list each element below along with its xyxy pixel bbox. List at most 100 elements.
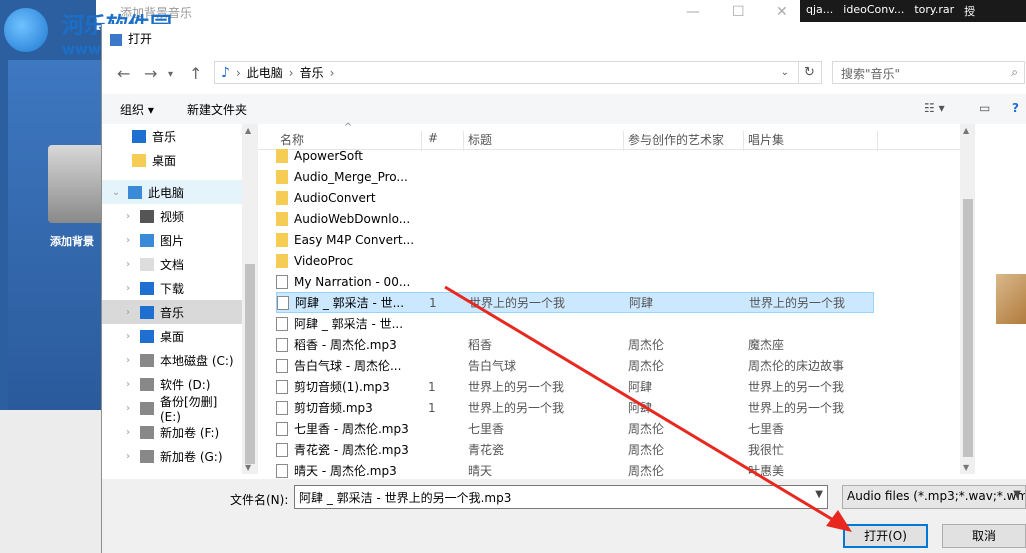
breadcrumb-item[interactable]: 此电脑 bbox=[247, 64, 283, 81]
drive-icon bbox=[140, 377, 154, 391]
nav-item-label: 新加卷 (F:) bbox=[160, 425, 220, 440]
nav-item-label: 桌面 bbox=[152, 153, 177, 168]
table-row[interactable]: 七里香 - 周杰伦.mp3 七里香 周杰伦 七里香 bbox=[276, 418, 876, 439]
file-name: 阿肆 _ 郭采洁 - 世... bbox=[295, 296, 405, 310]
chevron-right-icon[interactable]: › bbox=[122, 235, 134, 246]
scroll-down-icon[interactable]: ▼ bbox=[963, 463, 969, 472]
chevron-down-icon[interactable]: ▼ bbox=[815, 489, 823, 500]
search-input[interactable]: 搜索"音乐" ⌕ bbox=[832, 61, 1025, 84]
file-artist: 阿肆 bbox=[628, 401, 653, 415]
table-row[interactable]: 青花瓷 - 周杰伦.mp3 青花瓷 周杰伦 我很忙 bbox=[276, 439, 876, 460]
chevron-down-icon[interactable]: ⌄ bbox=[110, 187, 122, 198]
taskbar-item[interactable]: ideoConv... bbox=[843, 3, 904, 19]
file-album: 世界上的另一个我 bbox=[748, 380, 845, 394]
nav-item[interactable]: › 新加卷 (F:) bbox=[102, 420, 242, 444]
filetype-select[interactable]: Audio files (*.mp3;*.wav;*.wm ▼ bbox=[842, 485, 1026, 509]
drive-icon bbox=[139, 401, 154, 415]
table-row[interactable]: AudioConvert bbox=[276, 187, 876, 208]
nav-item[interactable]: 音乐 bbox=[102, 124, 242, 148]
chevron-right-icon[interactable]: › bbox=[122, 379, 134, 390]
nav-item[interactable]: › 文档 bbox=[102, 252, 242, 276]
table-row[interactable]: 晴天 - 周杰伦.mp3 晴天 周杰伦 叶惠美 bbox=[276, 460, 876, 481]
table-row[interactable]: VideoProc bbox=[276, 250, 876, 271]
folder-icon bbox=[276, 232, 288, 247]
file-title: 世界上的另一个我 bbox=[468, 380, 565, 394]
nav-item[interactable]: › 图片 bbox=[102, 228, 242, 252]
address-bar[interactable]: ♪ › 此电脑 › 音乐 › ⌄ bbox=[214, 61, 822, 84]
nav-item[interactable]: › 新加卷 (G:) bbox=[102, 444, 242, 468]
organize-button[interactable]: 组织 ▾ bbox=[120, 101, 154, 118]
table-row[interactable]: 剪切音频(1).mp3 1 世界上的另一个我 阿肆 世界上的另一个我 bbox=[276, 376, 876, 397]
table-row[interactable]: My Narration - 00... bbox=[276, 271, 876, 292]
chevron-right-icon[interactable]: › bbox=[122, 403, 134, 414]
close-icon[interactable]: ✕ bbox=[776, 4, 788, 20]
open-button[interactable]: 打开(O) bbox=[843, 524, 928, 548]
audio-file-icon bbox=[276, 274, 288, 289]
minimize-icon[interactable]: — bbox=[686, 4, 700, 20]
table-row[interactable]: 剪切音频.mp3 1 世界上的另一个我 阿肆 世界上的另一个我 bbox=[276, 397, 876, 418]
nav-item[interactable]: 桌面 bbox=[102, 148, 242, 172]
filename-input[interactable]: 阿肆 _ 郭采洁 - 世界上的另一个我.mp3 ▼ bbox=[294, 485, 828, 509]
preview-pane-icon[interactable]: ▭ bbox=[979, 101, 990, 115]
up-arrow-icon[interactable]: ↑ bbox=[189, 64, 202, 83]
computer-icon bbox=[128, 185, 142, 199]
maximize-icon[interactable]: ☐ bbox=[732, 4, 745, 20]
chevron-right-icon[interactable]: › bbox=[122, 307, 134, 318]
scroll-down-icon[interactable]: ▼ bbox=[245, 463, 251, 472]
chevron-right-icon[interactable]: › bbox=[122, 211, 134, 222]
chevron-right-icon[interactable]: › bbox=[122, 259, 134, 270]
file-list-scroll-thumb[interactable] bbox=[963, 199, 973, 457]
navigation-scroll-thumb[interactable] bbox=[245, 264, 255, 464]
breadcrumb-item[interactable]: 音乐 bbox=[300, 64, 324, 81]
chevron-right-icon[interactable]: › bbox=[122, 283, 134, 294]
nav-item[interactable]: ⌄ 此电脑 bbox=[102, 180, 242, 204]
new-folder-button[interactable]: 新建文件夹 bbox=[187, 101, 247, 118]
drive-icon bbox=[140, 425, 154, 439]
navigation-scrollbar[interactable]: ▲ ▼ bbox=[242, 124, 258, 474]
chevron-right-icon[interactable]: › bbox=[122, 331, 134, 342]
chevron-right-icon[interactable]: › bbox=[122, 427, 134, 438]
file-name: AudioWebDownlo... bbox=[294, 211, 411, 226]
scroll-up-icon[interactable]: ▲ bbox=[245, 126, 251, 135]
table-row-selected[interactable]: 阿肆 _ 郭采洁 - 世... 1 世界上的另一个我 阿肆 世界上的另一个我 bbox=[276, 292, 874, 313]
view-options-icon[interactable]: ☷ ▾ bbox=[924, 101, 945, 115]
file-album: 世界上的另一个我 bbox=[748, 401, 845, 415]
table-row[interactable]: ApowerSoft bbox=[276, 145, 876, 166]
nav-item[interactable]: › 本地磁盘 (C:) bbox=[102, 348, 242, 372]
file-album: 世界上的另一个我 bbox=[749, 296, 846, 310]
table-row[interactable]: Audio_Merge_Pro... bbox=[276, 166, 876, 187]
table-row[interactable]: 稻香 - 周杰伦.mp3 稻香 周杰伦 魔杰座 bbox=[276, 334, 876, 355]
refresh-icon[interactable]: ↻ bbox=[798, 62, 820, 83]
folder-icon bbox=[276, 211, 288, 226]
recent-chevron-icon[interactable]: ▾ bbox=[168, 69, 173, 80]
nav-item[interactable]: › 下载 bbox=[102, 276, 242, 300]
preview-pane bbox=[975, 124, 1026, 474]
forward-arrow-icon[interactable]: → bbox=[144, 64, 157, 83]
nav-item[interactable]: › 备份[勿删] (E:) bbox=[102, 395, 242, 424]
chevron-right-icon[interactable]: › bbox=[122, 451, 134, 462]
search-icon: ⌕ bbox=[1011, 65, 1018, 79]
table-row[interactable]: 告白气球 - 周杰伦... 告白气球 周杰伦 周杰伦的床边故事 bbox=[276, 355, 876, 376]
nav-item[interactable]: › 音乐 bbox=[102, 300, 242, 324]
folder-icon bbox=[276, 169, 288, 184]
folder-icon bbox=[276, 148, 288, 163]
file-list-scrollbar[interactable]: ▲ ▼ bbox=[960, 124, 976, 474]
music-tile-icon[interactable] bbox=[48, 145, 106, 223]
cancel-button[interactable]: 取消 bbox=[942, 524, 1026, 548]
chevron-down-icon: ▼ bbox=[1013, 489, 1021, 500]
table-row[interactable]: Easy M4P Convert... bbox=[276, 229, 876, 250]
taskbar-item[interactable]: 授 bbox=[964, 3, 975, 19]
file-name: 七里香 - 周杰伦.mp3 bbox=[294, 422, 409, 436]
taskbar-item[interactable]: tory.rar bbox=[914, 3, 954, 19]
chevron-right-icon[interactable]: › bbox=[122, 355, 134, 366]
folder-icon bbox=[276, 190, 288, 205]
address-dropdown-icon[interactable]: ⌄ bbox=[781, 67, 789, 78]
back-arrow-icon[interactable]: ← bbox=[117, 64, 130, 83]
nav-item[interactable]: › 视频 bbox=[102, 204, 242, 228]
scroll-up-icon[interactable]: ▲ bbox=[963, 126, 969, 135]
nav-item[interactable]: › 桌面 bbox=[102, 324, 242, 348]
table-row[interactable]: 阿肆 _ 郭采洁 - 世... bbox=[276, 313, 876, 334]
help-icon[interactable]: ? bbox=[1012, 101, 1019, 115]
taskbar-item[interactable]: qja... bbox=[806, 3, 833, 19]
table-row[interactable]: AudioWebDownlo... bbox=[276, 208, 876, 229]
